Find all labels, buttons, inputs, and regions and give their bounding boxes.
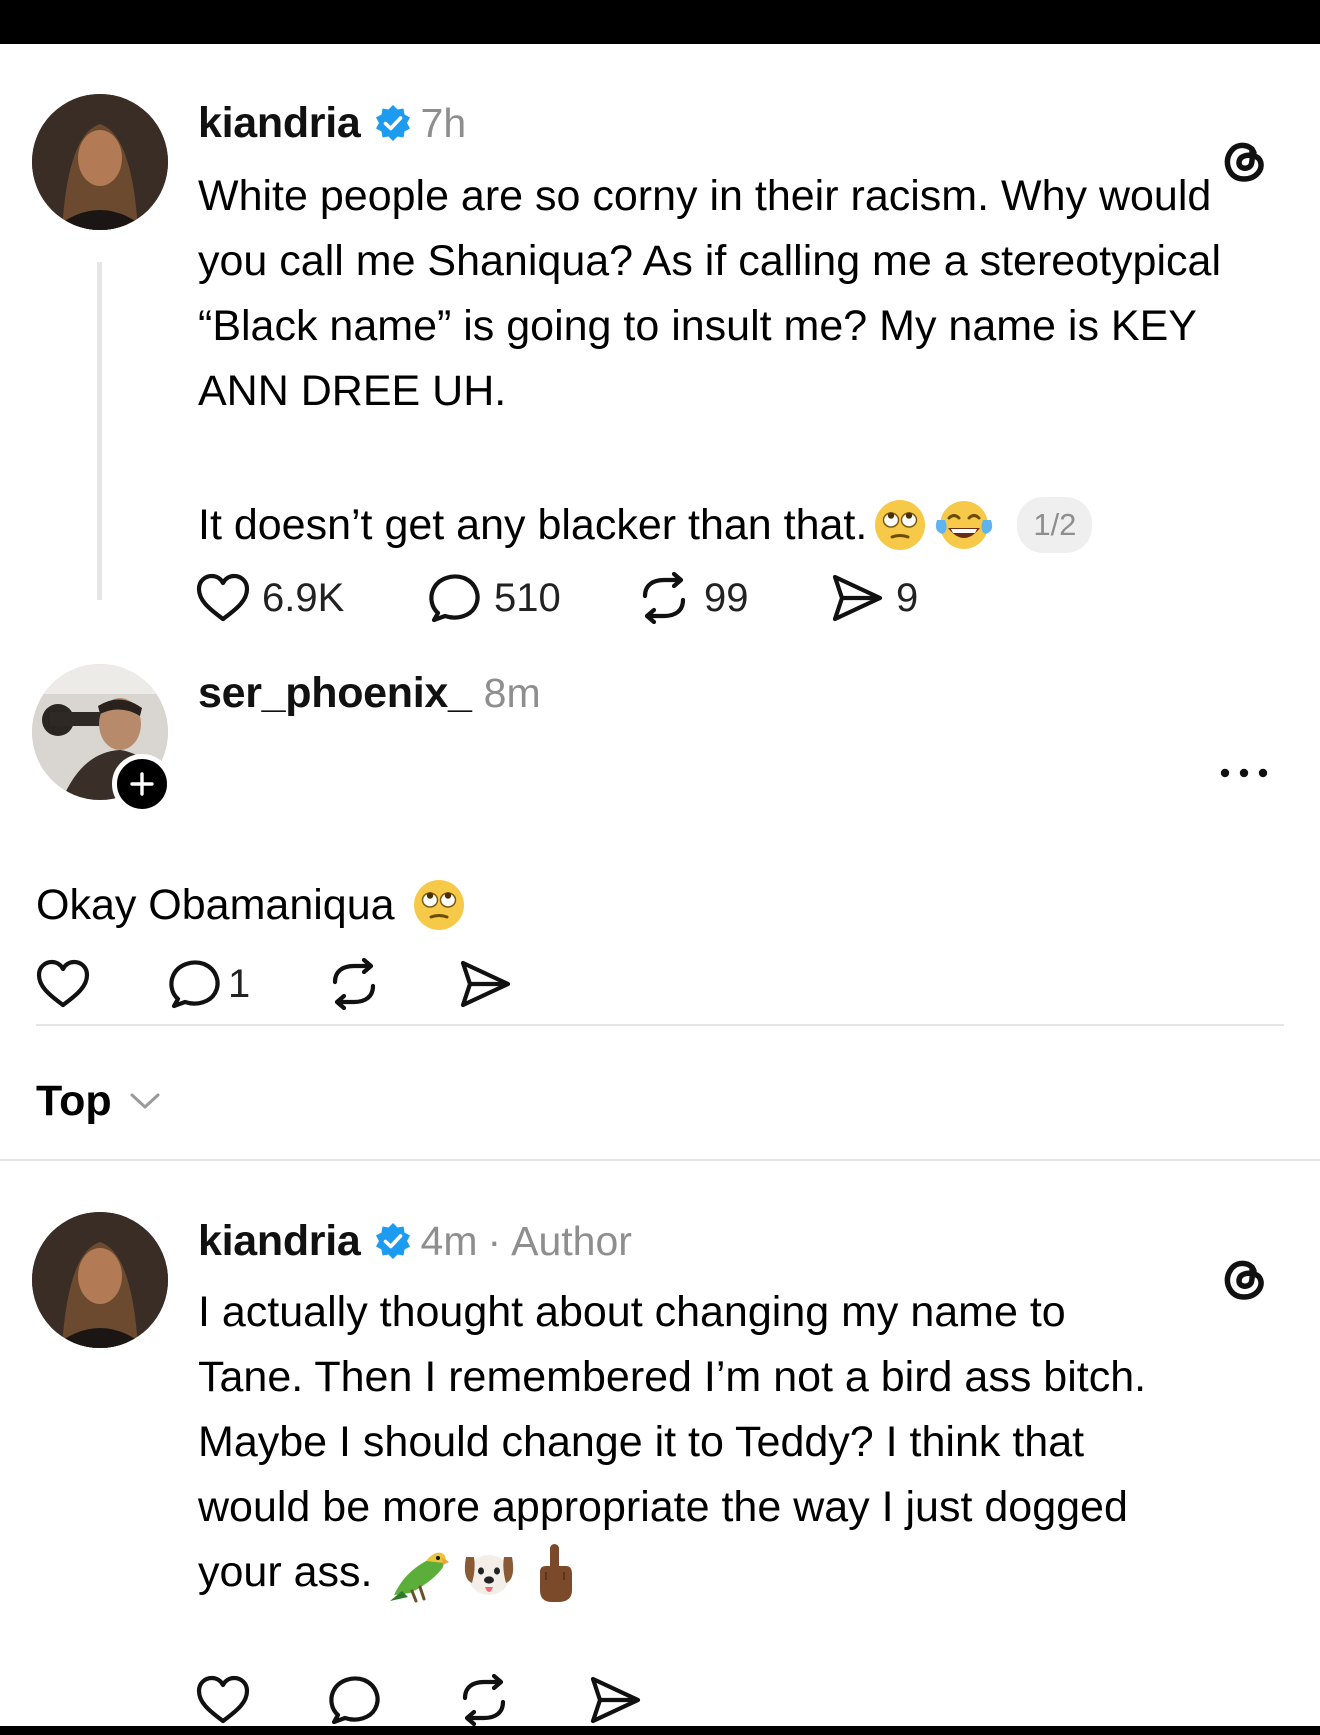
verified-badge-icon: [375, 105, 410, 141]
avatar-kiandria[interactable]: [32, 94, 168, 230]
post-paragraph-2: It doesn’t get any blacker than that.: [198, 500, 868, 549]
reply-button[interactable]: 510: [428, 568, 561, 628]
reply-time: 8m: [483, 669, 541, 716]
author-reply-username[interactable]: kiandria: [198, 1217, 361, 1266]
send-icon: [590, 1676, 641, 1724]
reply-divider: [36, 1024, 1284, 1026]
reply-text: Okay Obamaniqua: [36, 880, 395, 929]
follow-button[interactable]: [112, 754, 172, 814]
author-reply-line-5: your ass.: [198, 1548, 373, 1596]
verified-badge-icon: [375, 1223, 410, 1259]
meta-separator: ·: [487, 1217, 502, 1264]
reply-repost-button[interactable]: [326, 954, 382, 1014]
thread-line: [97, 262, 102, 600]
heart-icon: [36, 959, 90, 1008]
reply-username[interactable]: ser_phoenix_: [198, 669, 472, 718]
reply-like-button[interactable]: [36, 954, 90, 1014]
author-reply-line-2: Tane. Then I remembered I’m not a bird a…: [198, 1353, 1147, 1401]
post-time: 7h: [420, 99, 467, 146]
share-count: 9: [896, 575, 919, 620]
parrot-emoji: [390, 1552, 450, 1602]
reply-comment-count: 1: [228, 961, 251, 1006]
comment-icon: [329, 1676, 380, 1725]
repost-icon: [462, 1674, 506, 1726]
share-button[interactable]: 9: [830, 568, 918, 628]
post-paragraph-2-row: It doesn’t get any blacker than that. 1/…: [198, 490, 1093, 560]
reply-comment-button[interactable]: 1: [168, 954, 250, 1014]
comment-icon: [169, 960, 220, 1009]
author-reply-time: 4m: [420, 1217, 478, 1264]
post-text: White people are so corny in their racis…: [198, 164, 1248, 424]
avatar-kiandria-reply[interactable]: [32, 1212, 168, 1348]
reply-share-button[interactable]: [458, 954, 512, 1014]
author-reply-share-button[interactable]: [588, 1670, 642, 1726]
rolling-eyes-emoji: [875, 500, 926, 550]
repost-button[interactable]: 99: [636, 568, 749, 628]
author-reply-line-5-row: your ass.: [198, 1540, 1288, 1605]
heart-icon: [196, 1675, 250, 1724]
sort-label: Top: [36, 1076, 112, 1125]
more-options-icon[interactable]: [1218, 766, 1270, 780]
repost-count: 99: [704, 575, 749, 620]
comment-icon: [429, 574, 480, 623]
send-icon: [832, 574, 883, 622]
page-indicator[interactable]: 1/2: [1017, 497, 1093, 553]
dog-face-emoji: [465, 1554, 514, 1595]
author-reply-comment-button[interactable]: [328, 1670, 382, 1726]
reply-header: ser_phoenix_ 8m: [198, 660, 541, 726]
reply-text-row: Okay Obamaniqua: [36, 870, 467, 940]
heart-icon: [196, 573, 250, 622]
author-reply-line-1: I actually thought about changing my nam…: [198, 1288, 1066, 1336]
post-paragraph-1: White people are so corny in their racis…: [198, 172, 1221, 415]
author-reply-repost-button[interactable]: [456, 1670, 512, 1726]
author-reply-header: kiandria 4m · Author: [198, 1208, 632, 1274]
like-count: 6.9K: [262, 575, 345, 620]
post-header: kiandria 7h: [198, 90, 466, 156]
author-reply-like-button[interactable]: [196, 1670, 250, 1726]
middle-finger-emoji: [540, 1543, 573, 1602]
section-divider: [0, 1159, 1320, 1161]
threads-screen: kiandria 7h White people are so corny in…: [0, 44, 1320, 1726]
author-reply-text: I actually thought about changing my nam…: [198, 1280, 1288, 1605]
like-button[interactable]: 6.9K: [196, 568, 344, 628]
rolling-eyes-emoji: [413, 880, 464, 930]
repost-icon: [332, 958, 376, 1010]
reply-count: 510: [494, 575, 561, 620]
post-username[interactable]: kiandria: [198, 99, 361, 148]
plus-icon: [130, 772, 154, 796]
send-icon: [460, 960, 511, 1008]
repost-icon: [642, 572, 686, 624]
tears-of-joy-emoji: [936, 501, 993, 549]
author-badge: Author: [511, 1217, 632, 1264]
author-reply-line-3: Maybe I should change it to Teddy? I thi…: [198, 1418, 1085, 1466]
author-reply-line-4: would be more appropriate the way I just…: [198, 1483, 1128, 1531]
sort-dropdown[interactable]: Top: [36, 1070, 162, 1132]
chevron-down-icon: [130, 1093, 160, 1109]
